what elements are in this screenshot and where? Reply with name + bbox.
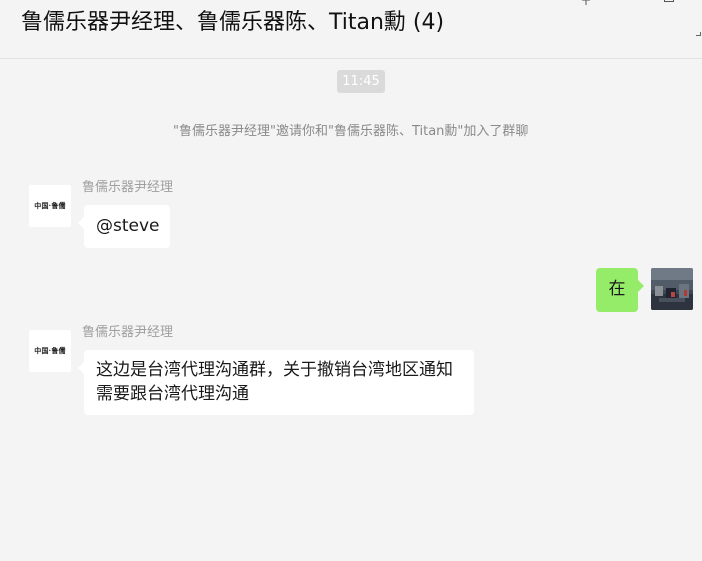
system-message: "鲁儒乐器尹经理"邀请你和"鲁儒乐器陈、Titan勳"加入了群聊	[173, 124, 529, 139]
timestamp: 11:45	[337, 70, 385, 93]
my-avatar[interactable]	[651, 268, 693, 310]
avatar[interactable]: 中国·鲁儒	[29, 185, 71, 227]
more-indicator-icon	[696, 32, 701, 36]
sender-name: 鲁儒乐器尹经理	[82, 180, 174, 195]
message-text: 这边是台湾代理沟通群，关于撤销台湾地区通知需要跟台湾代理沟通	[96, 360, 453, 404]
message-text: 在	[608, 279, 626, 299]
message-text: @steve	[96, 216, 160, 236]
pin-icon[interactable]	[580, 0, 592, 6]
chat-header: 鲁儒乐器尹经理、鲁儒乐器陈、Titan勳 (4)	[0, 0, 702, 59]
avatar-logo-text: 中国·鲁儒	[34, 201, 66, 210]
message-bubble[interactable]: 这边是台湾代理沟通群，关于撤销台湾地区通知需要跟台湾代理沟通	[78, 350, 474, 415]
maximize-icon[interactable]	[662, 0, 674, 6]
avatar[interactable]: 中国·鲁儒	[29, 330, 71, 372]
message-bubble-mine[interactable]: 在	[596, 268, 644, 312]
sender-name: 鲁儒乐器尹经理	[82, 325, 174, 340]
message-bubble[interactable]: @steve	[78, 205, 170, 248]
minimize-icon[interactable]	[620, 0, 632, 6]
chat-title: 鲁儒乐器尹经理、鲁儒乐器陈、Titan勳 (4)	[21, 10, 445, 35]
avatar-logo-text: 中国·鲁儒	[34, 346, 66, 355]
